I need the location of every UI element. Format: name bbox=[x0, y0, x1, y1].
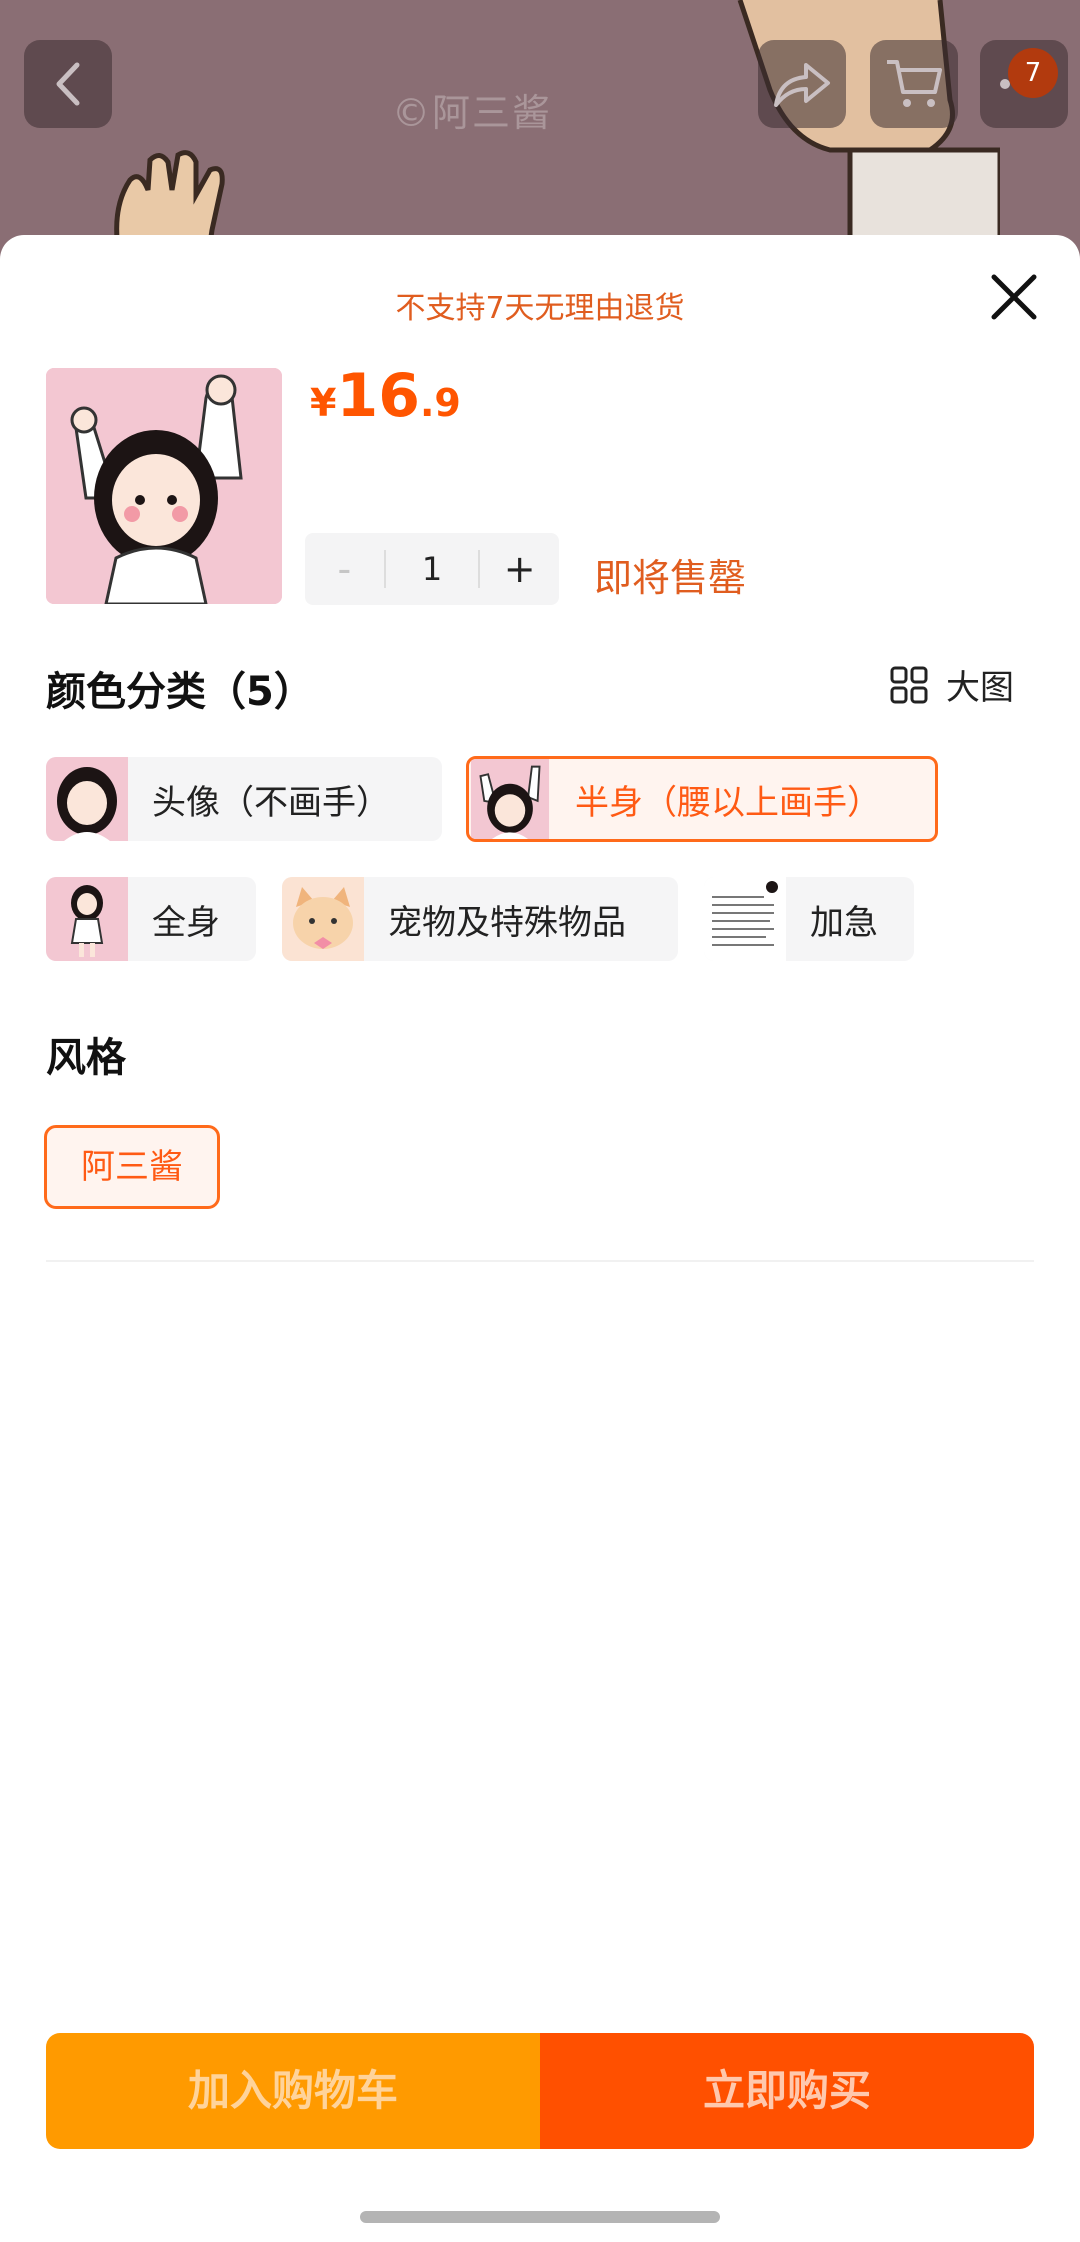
bottom-action-bar: 加入购物车 立即购买 bbox=[46, 2033, 1034, 2149]
watermark-text: ©阿三酱 bbox=[392, 91, 553, 135]
style-section-title: 风格 bbox=[46, 1035, 126, 1081]
cart-icon bbox=[887, 60, 942, 107]
option-label: 半身（腰以上画手） bbox=[575, 782, 881, 823]
option-label: 头像（不画手） bbox=[152, 782, 390, 823]
quantity-value[interactable]: 1 bbox=[383, 550, 481, 588]
price: ¥16.9 bbox=[310, 361, 461, 431]
quantity-stepper: - 1 + bbox=[305, 533, 559, 605]
option-label: 宠物及特殊物品 bbox=[388, 902, 626, 943]
big-image-label: 大图 bbox=[946, 668, 1014, 708]
add-to-cart-button[interactable]: 加入购物车 bbox=[46, 2033, 540, 2149]
price-integer: 16 bbox=[336, 361, 420, 431]
color-option-half-body[interactable]: 半身（腰以上画手） bbox=[466, 756, 938, 842]
option-half-body-image bbox=[470, 759, 550, 839]
option-label: 加急 bbox=[810, 902, 878, 943]
buy-now-button[interactable]: 立即购买 bbox=[540, 2033, 1034, 2149]
price-decimal: .9 bbox=[419, 381, 461, 425]
color-option-avatar[interactable]: 头像（不画手） bbox=[46, 757, 442, 841]
product-thumbnail[interactable] bbox=[46, 368, 282, 604]
background-product-page: ©阿三酱 7 bbox=[0, 0, 1080, 260]
home-indicator bbox=[360, 2211, 720, 2223]
quantity-increase-button[interactable]: + bbox=[480, 547, 559, 591]
color-option-rush[interactable]: 加急 bbox=[704, 877, 914, 961]
sku-selection-sheet: 不支持7天无理由退货 ¥16.9 - 1 + 即将售罄 颜色分类（5） 大图 头… bbox=[0, 235, 1080, 2242]
product-illustration bbox=[46, 368, 282, 604]
option-full-body-image bbox=[46, 877, 128, 961]
cart-count-badge: 7 bbox=[1008, 48, 1058, 98]
divider bbox=[46, 1260, 1034, 1262]
share-icon bbox=[774, 63, 830, 107]
background-hand-illustration-right bbox=[737, 0, 1000, 260]
more-button[interactable]: 7 bbox=[980, 40, 1068, 128]
close-icon[interactable] bbox=[986, 269, 1042, 325]
style-option-asanjiang[interactable]: 阿三酱 bbox=[44, 1125, 220, 1209]
currency-symbol: ¥ bbox=[310, 381, 337, 425]
option-pet-image bbox=[282, 877, 364, 961]
chevron-left-icon bbox=[56, 62, 80, 106]
cart-button[interactable] bbox=[870, 40, 958, 128]
color-option-pet[interactable]: 宠物及特殊物品 bbox=[282, 877, 678, 961]
share-button[interactable] bbox=[758, 40, 846, 128]
color-option-full-body[interactable]: 全身 bbox=[46, 877, 256, 961]
grid-view-icon bbox=[890, 666, 928, 703]
quantity-decrease-button[interactable]: - bbox=[305, 547, 384, 591]
big-image-toggle[interactable]: 大图 bbox=[890, 660, 1014, 709]
return-policy-notice: 不支持7天无理由退货 bbox=[395, 291, 685, 326]
option-rush-image bbox=[704, 877, 786, 961]
stock-status: 即将售罄 bbox=[594, 556, 747, 600]
back-button[interactable] bbox=[24, 40, 112, 128]
option-label: 全身 bbox=[152, 902, 220, 943]
color-section-title: 颜色分类（5） bbox=[46, 669, 314, 715]
option-avatar-image bbox=[46, 757, 128, 841]
